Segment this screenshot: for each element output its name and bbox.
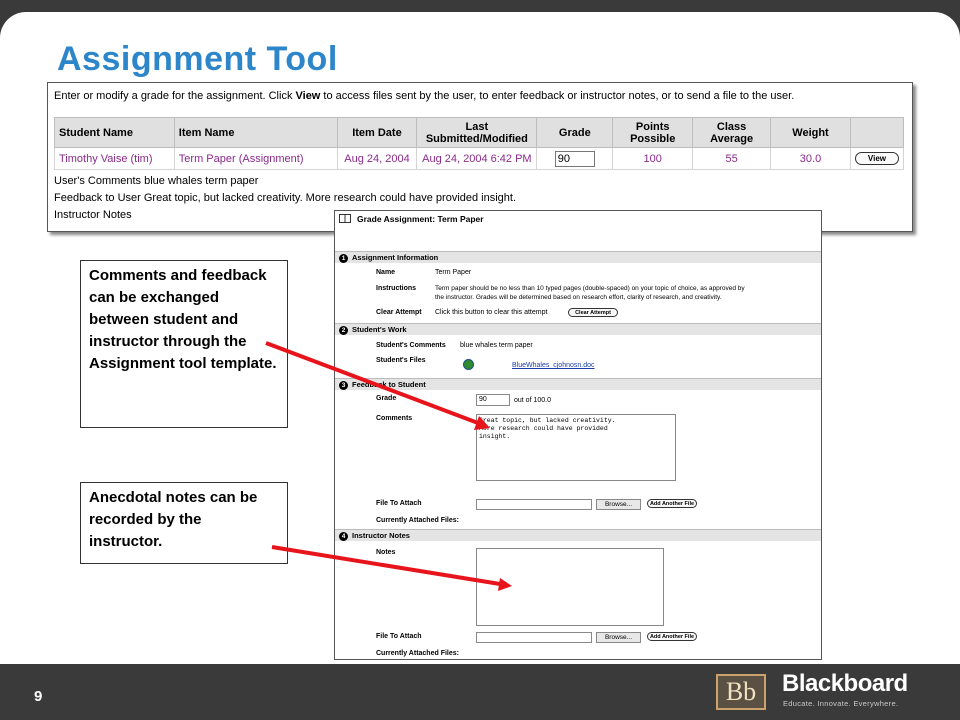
step-3-icon: 3 [339,381,348,390]
instructions-label: Instructions [376,285,417,292]
file-attach-label-1: File To Attach [376,500,422,507]
col-weight[interactable]: Weight [770,117,851,148]
blackboard-logo-icon: Bb [716,674,766,710]
comments-label: Comments [376,415,413,422]
col-points-possible[interactable]: Points Possible [612,117,694,148]
view-cell: View [849,147,905,170]
student-file-link[interactable]: BlueWhales_cjohnosn.doc [512,362,595,369]
file-attach-input-1[interactable] [476,499,592,510]
grade-instructions: Enter or modify a grade for the assignme… [54,90,795,102]
name-label: Name [376,269,396,276]
book-icon [339,214,351,223]
section-assignment-information: 1 Assignment Information [335,251,821,263]
browse-button-1[interactable]: Browse... [596,499,641,510]
page-number: 9 [34,688,43,705]
student-name-cell[interactable]: Timothy Vaise (tim) [54,147,175,170]
points-possible-cell: 100 [612,147,694,170]
col-class-average[interactable]: Class Average [692,117,772,148]
comments-text: Great topic, but lacked creativity. More… [479,417,616,440]
attached-files-label-2: Currently Attached Files: [376,650,459,657]
attached-files-label-1: Currently Attached Files: [376,517,459,524]
clear-attempt-text: Click this button to clear this attempt [435,309,548,316]
student-files-label: Student's Files [376,357,426,364]
section-feedback-to-student: 3 Feedback to Student [335,378,821,390]
comments-textarea[interactable]: Great topic, but lacked creativity. More… [476,414,676,481]
view-button[interactable]: View [854,152,899,165]
student-comments-label: Student's Comments [376,342,446,349]
section-instructor-notes: 4 Instructor Notes [335,529,821,541]
browse-button-2[interactable]: Browse... [596,632,641,643]
document-icon [463,359,474,370]
slide-title: Assignment Tool [57,40,338,78]
col-grade[interactable]: Grade [536,117,614,148]
col-item-date[interactable]: Item Date [336,117,418,148]
weight-cell: 30.0 [770,147,851,170]
clear-attempt-button[interactable]: Clear Attempt [568,308,618,317]
student-comments-value: blue whales term paper [460,342,533,349]
grade-table: Student Name Item Name Item Date Last Sub… [54,117,905,170]
brand-name: Blackboard [782,670,908,697]
step-1-icon: 1 [339,254,348,263]
file-attach-input-2[interactable] [476,632,592,643]
brand-tagline: Educate. Innovate. Everywhere. [783,699,899,708]
grade-cell [536,147,614,170]
name-value: Term Paper [435,269,472,276]
col-student-name[interactable]: Student Name [54,117,175,148]
instructions-value-1: Term paper should be no less than 10 typ… [435,285,745,292]
file-attach-label-2: File To Attach [376,633,422,640]
grade-table-header: Student Name Item Name Item Date Last Sub… [54,117,905,148]
col-item-name[interactable]: Item Name [173,117,338,148]
grade-out-of: out of 100.0 [514,397,551,404]
feedback-grade-input[interactable]: 90 [476,394,510,406]
table-row: Timothy Vaise (tim) Term Paper (Assignme… [54,147,905,170]
feedback-grade-label: Grade [376,395,397,402]
notes-label: Notes [376,549,396,556]
slide-footer: 9 Bb Blackboard Educate. Innovate. Every… [0,664,960,720]
col-actions [849,117,905,148]
step-2-icon: 2 [339,326,348,335]
instructions-value-2: the instructor. Grades will be determine… [435,294,722,301]
add-another-file-button-2[interactable]: Add Another File [647,632,697,641]
instructor-notes-line: Instructor Notes [54,209,132,221]
section-students-work: 2 Student's Work [335,323,821,335]
last-modified-cell: Aug 24, 2004 6:42 PM [416,147,538,170]
grade-assignment-screenshot: Grade Assignment: Term Paper 1 Assignment… [334,210,822,660]
users-comments-line: User's Comments blue whales term paper [54,175,259,187]
clear-attempt-label: Clear Attempt [376,309,422,316]
add-another-file-button-1[interactable]: Add Another File [647,499,697,508]
col-last-submitted[interactable]: Last Submitted/Modified [416,117,538,148]
notes-textarea[interactable] [476,548,664,626]
class-average-cell: 55 [692,147,772,170]
feedback-line: Feedback to User Great topic, but lacked… [54,192,517,204]
grade-assignment-header: Grade Assignment: Term Paper [339,214,484,224]
step-4-icon: 4 [339,532,348,541]
item-name-cell[interactable]: Term Paper (Assignment) [173,147,338,170]
grade-input[interactable] [554,150,595,167]
callout-comments-feedback: Comments and feedback can be exchanged b… [80,260,288,428]
item-date-cell: Aug 24, 2004 [336,147,418,170]
callout-anecdotal-notes: Anecdotal notes can be recorded by the i… [80,482,288,564]
